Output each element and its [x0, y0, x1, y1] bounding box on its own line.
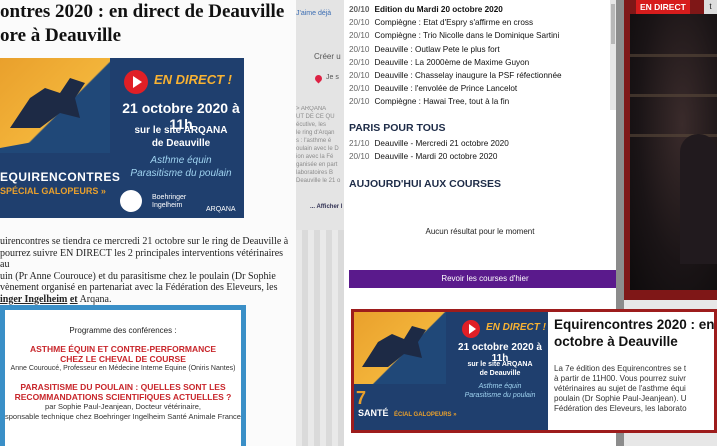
event-topics: Asthme équin Parasitisme du poulain — [130, 155, 232, 179]
video-card[interactable]: EN DIRECT ! 21 octobre 2020 à 11h sur le… — [351, 309, 717, 433]
horse-illustration — [0, 58, 110, 153]
sponsor-logo-icon — [120, 190, 142, 212]
event-site: sur le site ARQANA de Deauville — [134, 125, 228, 149]
event-banner-image[interactable]: EN DIRECT ! 21 octobre 2020 à 11h sur le… — [0, 58, 244, 218]
location-text: Je s — [326, 74, 339, 81]
live-badge: EN DIRECT — [636, 0, 690, 14]
talk-title: CHEZ LE CHEVAL DE COURSE — [60, 354, 186, 364]
section-title: AUJOURD'HUI AUX COURSES — [349, 178, 502, 190]
list-item[interactable]: 20/10 Deauville : l'envolée de Prince Lan… — [349, 82, 611, 95]
brand-name: EQUIRENCONTRES — [0, 170, 121, 184]
sponsor-name: ARQANA — [206, 206, 236, 213]
play-icon — [462, 320, 480, 338]
talk-author: Anne Couroucé, Professeur en Médecine In… — [10, 365, 236, 372]
section-title: PARIS POUR TOUS — [349, 122, 446, 134]
program-heading: Programme des conférences : — [69, 326, 177, 335]
video-card-title[interactable]: Equirencontres 2020 : en octobre à Deauv… — [554, 316, 714, 350]
speaker-figure — [680, 134, 717, 264]
social-sidebar: J'aime déjà Créer u Je s > ARQANA UT DE … — [296, 0, 344, 446]
list-item[interactable]: 20/10 Deauville : La 2000ème de Maxime Gu… — [349, 56, 611, 69]
list-item[interactable]: 20/10 Deauville : Outlaw Pete le plus for… — [349, 43, 611, 56]
list-item[interactable]: 20/10 Deauville - Mardi 20 octobre 2020 — [349, 150, 611, 163]
brand-subtitle: SPÉCIAL GALOPEURS » — [0, 186, 106, 196]
paris-list: 21/10 Deauville - Mercredi 21 octobre 202… — [349, 137, 611, 163]
article-title-line: ore à Deauville — [0, 25, 122, 46]
edition-number: 7 — [356, 388, 367, 408]
video-frame[interactable] — [630, 14, 717, 290]
like-link[interactable]: J'aime déjà — [296, 10, 331, 17]
blurred-background — [296, 230, 344, 446]
live-label: EN DIRECT ! — [486, 322, 546, 333]
video-thumbnail[interactable]: EN DIRECT ! 21 octobre 2020 à 11h sur le… — [354, 312, 548, 430]
talk-author: par Sophie Paul-Jeanjean, Docteur vétéri… — [45, 402, 201, 411]
talk-title: RECOMMANDATIONS SCIENTIFIQUES ACTUELLES … — [14, 392, 232, 402]
list-item[interactable]: 20/10 Edition du Mardi 20 octobre 2020 — [349, 3, 611, 16]
program-image: Programme des conférences : ASTHME ÉQUIN… — [0, 305, 246, 446]
news-list: 20/10 Edition du Mardi 20 octobre 2020 20… — [349, 3, 611, 109]
article-body: uirencontres se tiendra ce mercredi 21 o… — [0, 236, 289, 305]
article-link[interactable]: inger Ingelheim — [0, 294, 67, 305]
talk-title: ASTHME ÉQUIN ET CONTRE-PERFORMANCE — [29, 344, 217, 354]
list-item[interactable]: 20/10 Compiègne : Trio Nicolle dans le Do… — [349, 29, 611, 42]
brand-subtitle: ÉCIAL GALOPEURS » — [394, 412, 457, 418]
location-pin-icon — [313, 73, 324, 84]
event-topics: Asthme équin Parasitisme du poulain — [464, 383, 536, 399]
video-control[interactable]: t — [704, 0, 717, 14]
horse-illustration — [354, 312, 446, 384]
brand-name: SANTÉ — [358, 408, 389, 418]
yesterday-races-button[interactable]: Revoir les courses d'hier — [349, 270, 616, 288]
empty-message: Aucun résultat pour le moment — [425, 227, 535, 236]
create-link[interactable]: Créer u — [314, 52, 341, 61]
article-pane: ontres 2020 : en direct de Deauville ore… — [0, 0, 296, 446]
article-link[interactable]: et — [70, 294, 78, 305]
video-card-description: La 7e édition des Equirencontres se t à … — [554, 364, 687, 413]
article-title-line: ontres 2020 : en direct de Deauville — [0, 1, 285, 22]
list-item[interactable]: 20/10 Deauville : Chasselay inaugure la P… — [349, 69, 611, 82]
scrollbar-thumb[interactable] — [611, 4, 615, 44]
sponsor-name: Boehringer Ingelheim — [152, 194, 187, 209]
list-item[interactable]: 20/10 Compiègne : Hawai Tree, tout à la f… — [349, 95, 611, 108]
list-item[interactable]: 21/10 Deauville - Mercredi 21 octobre 202… — [349, 137, 611, 150]
show-more-link[interactable]: ... Afficher l — [310, 204, 342, 210]
talk-author: sponsable technique chez Boehringer Inge… — [5, 412, 241, 421]
live-label: EN DIRECT ! — [154, 72, 232, 87]
play-icon — [124, 70, 148, 94]
live-video-player[interactable]: EN DIRECT t — [624, 0, 717, 300]
event-site: sur le site ARQANA de Deauville — [467, 361, 533, 377]
article-title: ontres 2020 : en direct de Deauville ore… — [0, 0, 296, 48]
talk-title: PARASITISME DU POULAIN : QUELLES SONT LE… — [20, 382, 226, 392]
list-item[interactable]: 20/10 Compiègne : Etat d'Espry s'affirme … — [349, 16, 611, 29]
